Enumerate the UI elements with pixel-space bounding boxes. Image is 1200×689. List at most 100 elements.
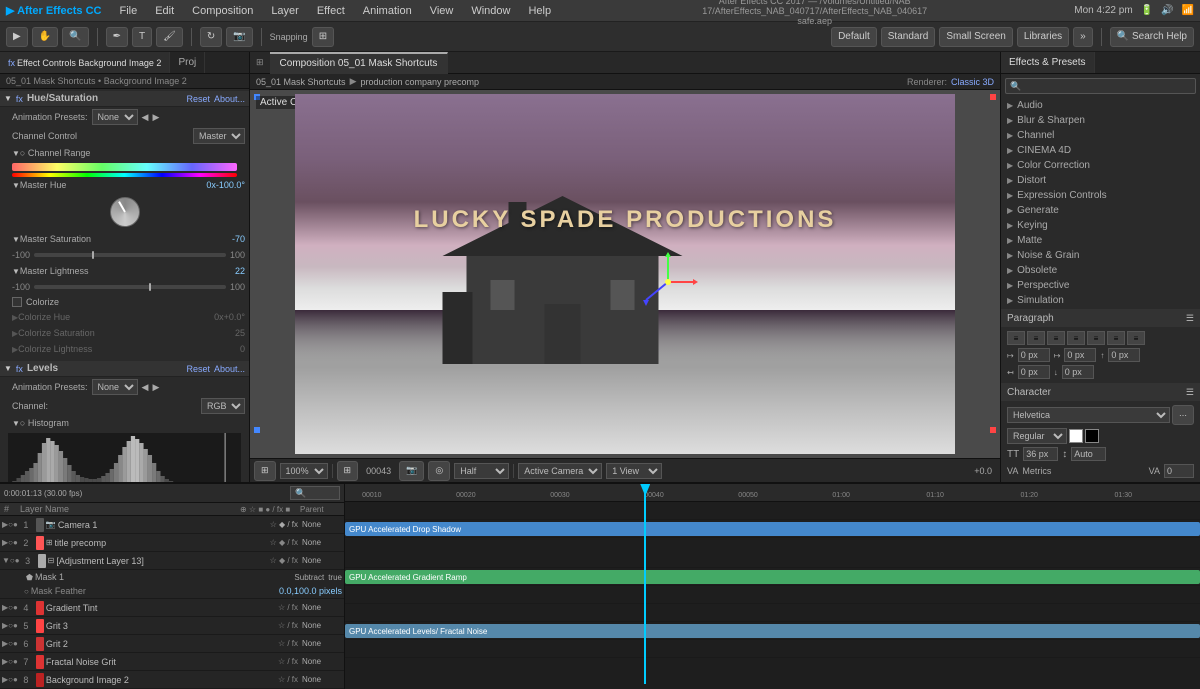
timeline-search-input[interactable] (290, 486, 340, 500)
tab-effect-controls[interactable]: fx Effect Controls Background Image 2 (0, 52, 170, 73)
align-left-button[interactable]: ≡ (1007, 331, 1025, 345)
preset-nav-prev[interactable]: ◀ (142, 112, 149, 123)
channel-control-select[interactable]: Master (193, 128, 245, 144)
justify-right-button[interactable]: ≡ (1107, 331, 1125, 345)
effects-search-input[interactable] (1005, 78, 1196, 94)
space-before-input[interactable] (1108, 348, 1140, 362)
justify-all-button[interactable]: ≡ (1127, 331, 1145, 345)
line-height-input[interactable] (1071, 447, 1106, 461)
preset-nav-next[interactable]: ▶ (152, 112, 159, 123)
layer-2-name[interactable]: title precomp (55, 538, 266, 548)
layer-4[interactable]: ▶ ○ ● 4 Gradient Tint ☆ / fx None (0, 599, 344, 617)
colorize-row[interactable]: Colorize (0, 295, 249, 309)
brush-tool[interactable]: 🖌 (156, 27, 183, 47)
justify-left-button[interactable]: ≡ (1067, 331, 1085, 345)
menu-file[interactable]: File (115, 5, 141, 17)
camera-select[interactable]: Active Camera (518, 463, 602, 479)
composition-viewport[interactable]: Active Camera (250, 90, 1000, 458)
layer-7[interactable]: ▶ ○ ● 7 Fractal Noise Grit ☆ / fx None (0, 653, 344, 671)
font-size-input[interactable] (1023, 447, 1058, 461)
layer-1[interactable]: ▶ ○ ● 1 📷 Camera 1 ☆ ◆ / fx None (0, 516, 344, 534)
tracking-input[interactable] (1164, 464, 1194, 478)
breadcrumb-item-2[interactable]: production company precomp (360, 77, 479, 87)
indent-left-input[interactable] (1018, 365, 1050, 379)
category-color-correction[interactable]: ▶ Color Correction (1001, 158, 1200, 173)
layer-5-name[interactable]: Grit 3 (46, 621, 274, 631)
selection-tool[interactable]: ▶ (6, 27, 28, 47)
paragraph-header[interactable]: Paragraph ☰ (1001, 310, 1200, 327)
layer-8-name[interactable]: Background Image 2 (46, 675, 274, 685)
category-generate[interactable]: ▶ Generate (1001, 203, 1200, 218)
layer-2[interactable]: ▶ ○ ● 2 ⊞ title precomp ☆ ◆ / fx None (0, 534, 344, 552)
layer-3-name[interactable]: [Adjustment Layer 13] (56, 556, 265, 566)
playhead[interactable] (644, 484, 646, 684)
indent-before-input[interactable] (1018, 348, 1050, 362)
master-hue-row[interactable]: ▼ Master Hue 0x-100.0° (0, 177, 249, 193)
camera-tool[interactable]: 📷 (226, 27, 252, 47)
layer-6[interactable]: ▶ ○ ● 6 Grit 2 ☆ / fx None (0, 635, 344, 653)
category-keying[interactable]: ▶ Keying (1001, 218, 1200, 233)
justify-center-button[interactable]: ≡ (1087, 331, 1105, 345)
rotate-tool[interactable]: ↻ (200, 27, 222, 47)
text-tool[interactable]: T (132, 27, 152, 47)
colorize-checkbox[interactable] (12, 297, 22, 307)
align-right-button[interactable]: ≡ (1047, 331, 1065, 345)
breadcrumb-item-1[interactable]: 05_01 Mask Shortcuts (256, 77, 346, 87)
menu-window[interactable]: Window (467, 5, 514, 17)
indent-after-input[interactable] (1064, 348, 1096, 362)
font-family-select[interactable]: Helvetica (1007, 407, 1170, 423)
stroke-color-swatch[interactable] (1085, 429, 1099, 443)
track-7-bar[interactable]: GPU Accelerated Levels/ Fractal Noise (345, 624, 1200, 638)
align-center-button[interactable]: ≡ (1027, 331, 1045, 345)
category-obsolete[interactable]: ▶ Obsolete (1001, 263, 1200, 278)
zoom-select[interactable]: 100% (280, 463, 328, 479)
layer-7-name[interactable]: Fractal Noise Grit (46, 657, 274, 667)
master-lightness-row[interactable]: ▼ Master Lightness 22 (0, 263, 249, 279)
master-saturation-value[interactable]: -70 (232, 234, 245, 244)
workspace-default[interactable]: Default (831, 27, 877, 47)
master-saturation-row[interactable]: ▼ Master Saturation -70 (0, 231, 249, 247)
category-expression[interactable]: ▶ Expression Controls (1001, 188, 1200, 203)
category-cinema4d[interactable]: ▶ CINEMA 4D (1001, 143, 1200, 158)
track-2-bar[interactable]: GPU Accelerated Drop Shadow (345, 522, 1200, 536)
category-blur[interactable]: ▶ Blur & Sharpen (1001, 113, 1200, 128)
master-lightness-thumb[interactable] (149, 283, 151, 291)
category-noise-grain[interactable]: ▶ Noise & Grain (1001, 248, 1200, 263)
mask-1-row[interactable]: ⬟ Mask 1 Subtract true (0, 570, 344, 584)
menu-effect[interactable]: Effect (313, 5, 349, 17)
hue-saturation-header[interactable]: ▼ fx Hue/Saturation Reset About... (0, 91, 249, 107)
composition-tab-active[interactable]: Composition 05_01 Mask Shortcuts (270, 52, 449, 74)
menu-animation[interactable]: Animation (359, 5, 416, 17)
animation-presets-select[interactable]: None (92, 109, 138, 125)
font-color-swatch[interactable] (1069, 429, 1083, 443)
menu-edit[interactable]: Edit (151, 5, 178, 17)
layer-6-name[interactable]: Grit 2 (46, 639, 274, 649)
font-style-select[interactable]: Regular Bold Italic (1007, 428, 1067, 444)
category-simulation[interactable]: ▶ Simulation (1001, 293, 1200, 308)
workspace-libraries[interactable]: Libraries (1017, 27, 1069, 47)
menu-view[interactable]: View (426, 5, 458, 17)
levels-header[interactable]: ▼ fx Levels Reset About... (0, 361, 249, 377)
layer-1-name[interactable]: Camera 1 (58, 520, 266, 530)
menu-help[interactable]: Help (524, 5, 555, 17)
workspace-standard[interactable]: Standard (881, 27, 936, 47)
master-hue-value[interactable]: 0x-100.0° (206, 180, 245, 190)
menu-layer[interactable]: Layer (267, 5, 303, 17)
renderer-value[interactable]: Classic 3D (951, 77, 994, 87)
comp-camera-button[interactable]: 📷 (399, 461, 424, 481)
channel-range-row[interactable]: ▼ ○ Channel Range (0, 145, 249, 161)
levels-reset-button[interactable]: Reset (186, 364, 210, 374)
track-4-bar[interactable]: GPU Accelerated Gradient Ramp (345, 570, 1200, 584)
comp-grid-button[interactable]: ⊞ (337, 461, 359, 481)
master-saturation-thumb[interactable] (92, 251, 94, 259)
zoom-tool[interactable]: 🔍 (62, 27, 88, 47)
character-menu-icon[interactable]: ☰ (1186, 387, 1194, 398)
quality-select[interactable]: Half Full Quarter (454, 463, 509, 479)
layer-3[interactable]: ▼ ○ ● 3 ⊟ [Adjustment Layer 13] ☆ ◆ / fx… (0, 552, 344, 570)
search-help-button[interactable]: 🔍 Search Help (1110, 27, 1194, 47)
category-matte[interactable]: ▶ Matte (1001, 233, 1200, 248)
layer-5[interactable]: ▶ ○ ● 5 Grit 3 ☆ / fx None (0, 617, 344, 635)
tab-project[interactable]: Proj (170, 52, 205, 73)
levels-presets-select[interactable]: None (92, 379, 138, 395)
space-after-input[interactable] (1062, 365, 1094, 379)
